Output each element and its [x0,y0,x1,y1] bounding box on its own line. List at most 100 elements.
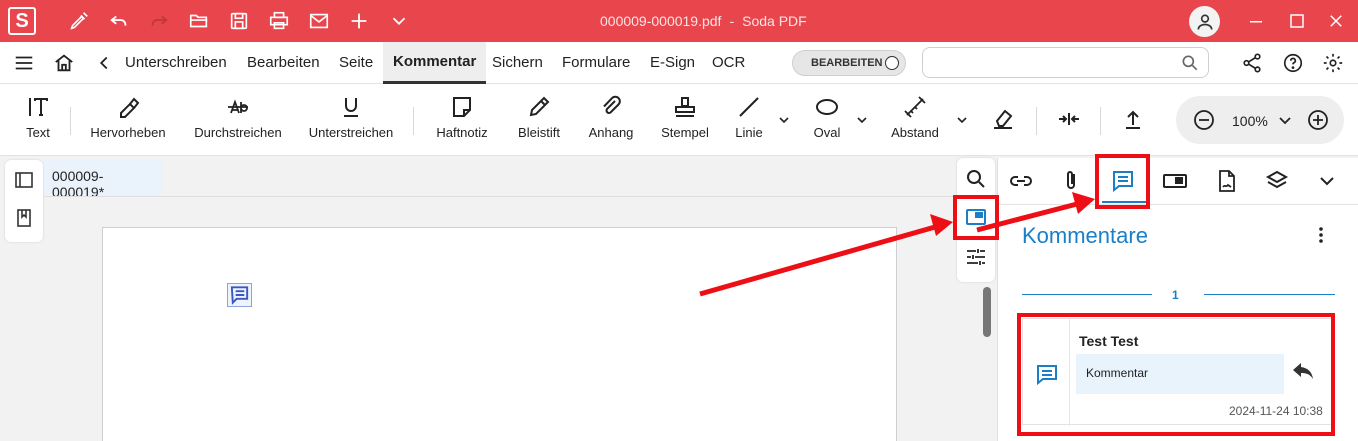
tool-text[interactable]: Text [14,84,62,156]
sliders-icon[interactable] [965,246,987,268]
menu-seite[interactable]: Seite [339,42,373,84]
title-bar: S 000009-000019.pdf - Soda PDF [0,0,1358,42]
toolbar-divider [70,107,71,135]
strikethrough-icon [225,94,251,120]
oval-icon [814,94,840,120]
menu-bearbeiten[interactable]: Bearbeiten [247,42,320,84]
zoom-in-icon[interactable] [1306,108,1330,132]
line-icon [736,94,762,120]
undo-icon[interactable] [106,8,132,34]
home-icon[interactable] [52,51,76,75]
tool-eraser[interactable] [988,84,1018,156]
share-icon[interactable] [1240,51,1264,75]
app-logo[interactable]: S [8,7,36,35]
document-tab-divider [44,196,954,197]
zoom-out-icon[interactable] [1192,108,1216,132]
tool-hervorheben-label: Hervorheben [90,125,166,140]
tool-anhang[interactable]: Anhang [584,84,638,156]
window-title: 000009-000019.pdf - Soda PDF [600,13,980,29]
help-icon[interactable] [1281,51,1305,75]
panel-title: Kommentare [1022,223,1148,248]
comment-toolbar: Text Hervorheben Durchstreichen Unterstr… [0,84,1358,156]
search-icon[interactable] [965,168,987,190]
tool-text-label: Text [26,125,50,140]
panel-tabs-more[interactable] [1314,168,1342,196]
chevron-left-icon[interactable] [92,51,116,75]
left-sidebar-rail [5,160,43,242]
menu-sichern[interactable]: Sichern [492,42,543,84]
open-folder-icon[interactable] [186,8,212,34]
bookmark-icon[interactable] [14,208,34,228]
email-icon[interactable] [306,8,332,34]
abstand-dropdown-chevron-icon[interactable] [956,114,968,126]
redo-icon[interactable] [146,8,172,34]
signed-document-icon [1219,170,1235,192]
toolbar-divider [1100,107,1101,135]
upload-icon [1120,106,1146,132]
panel-toggle-icon[interactable] [14,170,34,190]
zoom-value[interactable]: 100% [1232,113,1268,129]
menu-formulare[interactable]: Formulare [562,42,630,84]
tool-upload[interactable] [1118,84,1148,156]
user-avatar[interactable] [1189,6,1220,37]
text-cursor-icon [25,94,51,120]
tool-oval[interactable]: Oval [805,84,849,156]
new-plus-icon[interactable] [346,8,372,34]
menu-ocr[interactable]: OCR [712,42,745,84]
form-field-icon [1163,174,1187,188]
zoom-dropdown-chevron-icon[interactable] [1278,113,1292,127]
tool-abstand[interactable]: Abstand [886,84,944,156]
tool-durchstreichen[interactable]: Durchstreichen [190,84,286,156]
layers-icon [1265,170,1289,189]
close-icon[interactable] [1324,9,1348,33]
file-name: 000009-000019.pdf [600,13,722,29]
sticky-note-icon [449,94,475,120]
hamburger-menu-icon[interactable] [12,51,36,75]
highlighter-icon [115,94,141,120]
tool-haftnotiz[interactable]: Haftnotiz [432,84,492,156]
zoom-control: 100% [1176,96,1344,144]
tool-hervorheben[interactable]: Hervorheben [86,84,170,156]
menu-unterschreiben[interactable]: Unterschreiben [125,42,227,84]
minimize-icon[interactable] [1244,9,1268,33]
document-tab[interactable]: 000009-000019* [44,160,162,200]
more-vertical-icon[interactable] [1312,224,1330,246]
comment-count: 1 [1172,288,1179,302]
linie-dropdown-chevron-icon[interactable] [778,114,790,126]
tool-linie-label: Linie [735,125,763,140]
pdf-page[interactable] [102,227,897,441]
tool-unterstreichen[interactable]: Unterstreichen [306,84,396,156]
toolbar-divider [1036,107,1037,135]
pencil-icon [526,94,552,120]
menu-esign[interactable]: E-Sign [650,42,695,84]
panel-tab-layers[interactable] [1264,168,1292,196]
paperclip-icon [1067,171,1075,189]
panel-tab-signatures[interactable] [1214,168,1242,196]
oval-dropdown-chevron-icon[interactable] [856,114,868,126]
panel-tab-fields[interactable] [1162,168,1190,196]
toggle-label: BEARBEITEN [811,57,883,69]
tool-linie[interactable]: Linie [728,84,770,156]
maximize-icon[interactable] [1285,9,1309,33]
search-input[interactable] [922,47,1209,78]
menu-kommentar[interactable]: Kommentar [383,42,487,84]
pen-icon[interactable] [66,8,92,34]
tool-unterstreichen-label: Unterstreichen [308,125,394,140]
comment-annotation-icon[interactable] [227,283,252,307]
link-icon [1010,176,1032,186]
toolbar-divider [413,107,414,135]
print-icon[interactable] [266,8,292,34]
tool-collapse[interactable] [1054,84,1084,156]
panel-tab-attachments[interactable] [1058,168,1086,196]
vertical-scrollbar[interactable] [983,287,991,337]
tool-stempel-label: Stempel [661,125,709,140]
panel-tab-links[interactable] [1008,168,1036,196]
save-icon[interactable] [226,8,252,34]
bearbeiten-toggle[interactable]: BEARBEITEN [792,50,906,76]
tool-stempel[interactable]: Stempel [656,84,714,156]
more-chevron-icon[interactable] [386,8,412,34]
tool-bleistift[interactable]: Bleistift [512,84,566,156]
settings-gear-icon[interactable] [1321,51,1345,75]
paperclip-icon [598,94,624,120]
tool-bleistift-label: Bleistift [518,125,560,140]
